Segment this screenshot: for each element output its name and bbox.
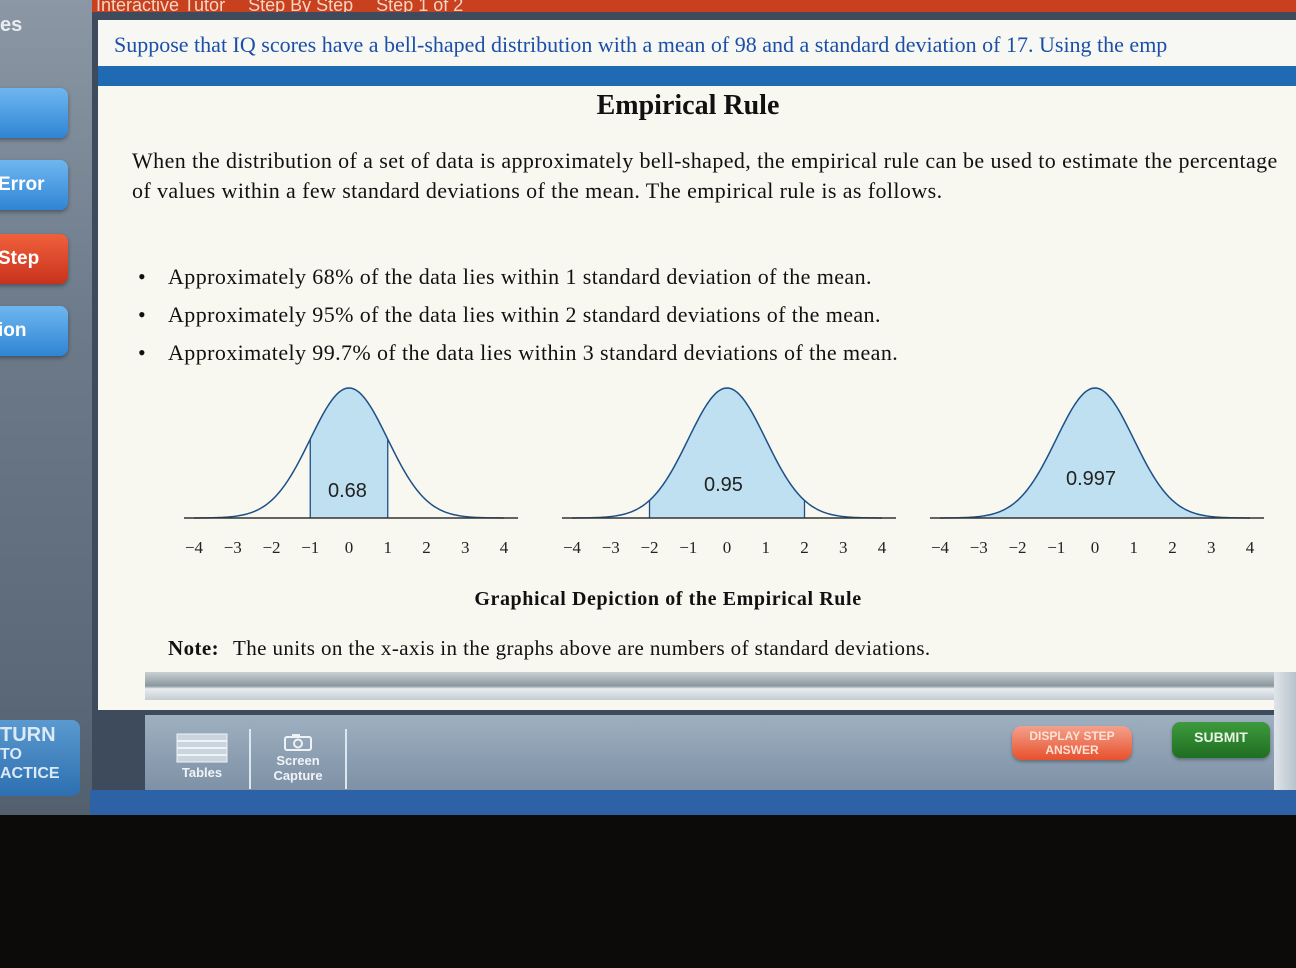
tables-label: Tables (181, 765, 223, 780)
app-screen: Interactive Tutor Step By Step Step 1 of… (0, 0, 1296, 815)
bell-curve-graph-1sd: 0.68 −4 −3 −2 −1 0 1 2 3 4 (184, 380, 544, 580)
x-tick-label: 3 (461, 538, 470, 557)
title-tab-2: Step By Step (248, 0, 354, 12)
bell-curve-svg (930, 387, 1264, 519)
x-tick-label: 4 (499, 538, 509, 557)
x-tick-label: −1 (679, 538, 698, 557)
x-tick-label: −2 (1008, 538, 1027, 557)
x-tick-label: 1 (383, 538, 393, 557)
note: Note: The units on the x-axis in the grap… (168, 636, 931, 661)
screen-capture-line-2: Capture (273, 768, 323, 783)
question-text: Suppose that IQ scores have a bell-shape… (114, 32, 1168, 57)
x-tick-label: −1 (301, 538, 320, 557)
lesson-content: Suppose that IQ scores have a bell-shape… (98, 20, 1296, 710)
rule-item: Approximately 68% of the data lies withi… (138, 258, 898, 296)
x-tick-label: 1 (761, 538, 771, 557)
x-tick-label: 2 (1168, 538, 1177, 557)
x-tick-label: −4 (184, 538, 204, 557)
note-text: The units on the x-axis in the graphs ab… (232, 636, 931, 660)
note-label: Note: (168, 636, 219, 660)
section-title: Empirical Rule (596, 90, 780, 121)
intro-paragraph: When the distribution of a set of data i… (132, 148, 1278, 203)
x-tick-label: 4 (1245, 538, 1255, 557)
x-tick-label: 0 (1090, 538, 1100, 557)
title-tab-1: Interactive Tutor (96, 0, 226, 12)
error-button-label: Error (0, 174, 45, 195)
x-tick-label: −2 (262, 538, 281, 557)
solution-button-label: ion (0, 320, 27, 341)
bell-curve-svg (562, 387, 896, 519)
rule-item: Approximately 99.7% of the data lies wit… (138, 334, 898, 372)
screen-capture-line-1: Screen (276, 753, 320, 768)
x-tick-label: −1 (1047, 538, 1066, 557)
camera-icon (284, 734, 312, 751)
step-button[interactable]: Step (0, 234, 68, 284)
x-tick-label: 4 (877, 538, 887, 557)
x-tick-label: −3 (601, 538, 620, 557)
rule-item: Approximately 95% of the data lies withi… (138, 296, 898, 334)
tables-button[interactable]: Tables (155, 729, 251, 789)
x-tick-label: −3 (223, 538, 242, 557)
table-icon (176, 733, 228, 763)
sidebar-heading: es (0, 14, 23, 36)
x-tick-label: 1 (1129, 538, 1139, 557)
error-button[interactable]: Error (0, 160, 68, 210)
left-sidebar: es Error Step ion TURN TO ACTICE (0, 0, 92, 815)
submit-button[interactable]: SUBMIT (1172, 722, 1270, 758)
x-tick-label: 2 (422, 538, 431, 557)
return-line-2: TO (0, 746, 22, 763)
return-line-1: TURN (0, 724, 56, 746)
solution-button[interactable]: ion (0, 306, 68, 356)
probability-label: 0.68 (328, 480, 367, 502)
question-bar: Suppose that IQ scores have a bell-shape… (98, 20, 1296, 86)
display-step-line-2: ANSWER (1045, 743, 1099, 757)
window-title-bar: Interactive Tutor Step By Step Step 1 of… (90, 0, 1296, 12)
step-button-label: Step (0, 248, 40, 269)
x-tick-label: 3 (839, 538, 848, 557)
probability-label: 0.95 (704, 474, 743, 496)
probability-label: 0.997 (1066, 468, 1117, 490)
shaded-area (649, 388, 805, 518)
x-tick-label: −2 (640, 538, 659, 557)
graphs-row: 0.68 −4 −3 −2 −1 0 1 2 3 4 0.95 −4 −3 −2 −1 0 1 2 3 4 0.… (98, 380, 1296, 580)
x-tick-label: 2 (800, 538, 809, 557)
screen-capture-button[interactable]: Screen Capture (251, 729, 347, 789)
graph-caption: Graphical Depiction of the Empirical Rul… (474, 588, 862, 610)
x-tick-label: −3 (969, 538, 988, 557)
help-me-solve-button[interactable] (0, 88, 68, 138)
x-tick-label: −4 (930, 538, 950, 557)
right-scrollbar[interactable] (1274, 672, 1296, 790)
return-line-3: ACTICE (0, 765, 60, 782)
bottom-strip (90, 790, 1296, 815)
x-tick-label: 0 (722, 538, 732, 557)
return-to-practice-button[interactable]: TURN TO ACTICE (0, 720, 80, 796)
title-tab-3: Step 1 of 2 (376, 0, 464, 12)
display-step-line-1: DISPLAY STEP (1029, 729, 1115, 743)
rules-list: Approximately 68% of the data lies withi… (138, 258, 898, 372)
bell-curve-graph-3sd: 0.997 −4 −3 −2 −1 0 1 2 3 4 (930, 380, 1290, 580)
bell-curve-graph-2sd: 0.95 −4 −3 −2 −1 0 1 2 3 4 (562, 380, 922, 580)
x-tick-label: 3 (1207, 538, 1216, 557)
content-separator (145, 672, 1296, 700)
display-step-answer-button[interactable]: DISPLAY STEP ANSWER (1012, 726, 1132, 760)
x-tick-label: 0 (344, 538, 354, 557)
x-tick-label: −4 (562, 538, 582, 557)
shaded-area (978, 388, 1212, 518)
bell-curve-svg (184, 387, 518, 519)
